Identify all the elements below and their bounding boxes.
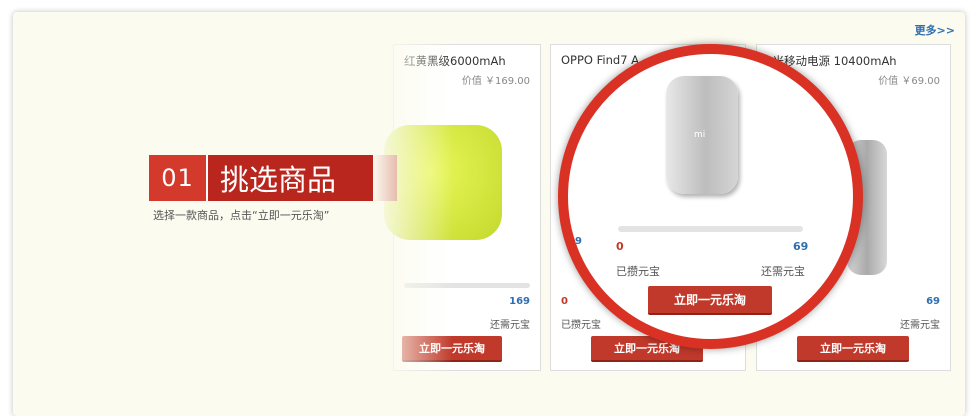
left-remaining-count: 69 (568, 236, 582, 247)
product-logo: mi (694, 130, 706, 140)
raised-count: 0 (561, 296, 568, 307)
magnifier-lens: mi 69 0 69 已攒元宝 还需元宝 立即一元乐淘 (558, 44, 863, 349)
need-label: 还需元宝 (900, 320, 940, 331)
need-label: 还需元宝 (761, 265, 805, 278)
step-number: 01 (149, 155, 208, 201)
more-link[interactable]: 更多>> (915, 22, 955, 38)
need-label: 还需元宝 (490, 320, 530, 331)
raised-count: 0 (616, 240, 624, 253)
raised-label: 已攒元宝 (561, 320, 601, 331)
fade-overlay (373, 12, 453, 416)
product-image-zoomed: mi (666, 76, 738, 194)
product-price: 价值 ￥169.00 (461, 76, 530, 87)
product-price: 价值 ￥69.00 (878, 76, 940, 87)
step-title: 挑选商品 (220, 163, 337, 197)
step-description: 选择一款商品，点击“立即一元乐淘” (153, 209, 330, 222)
remaining-count: 69 (793, 240, 809, 253)
remaining-count: 69 (926, 296, 940, 307)
raised-label: 已攒元宝 (616, 265, 660, 278)
step-banner: 01 挑选商品 (149, 155, 397, 201)
remaining-count: 169 (509, 296, 530, 307)
buy-button[interactable]: 立即一元乐淘 (797, 336, 909, 362)
buy-button[interactable]: 立即一元乐淘 (648, 286, 772, 315)
progress-bar (618, 226, 803, 232)
content-panel: 更多>> 红黄黑级6000mAh 价值 ￥169.00 169 还需元宝 立即一… (13, 12, 965, 416)
product-title: OPPO Find7 A (561, 53, 640, 67)
